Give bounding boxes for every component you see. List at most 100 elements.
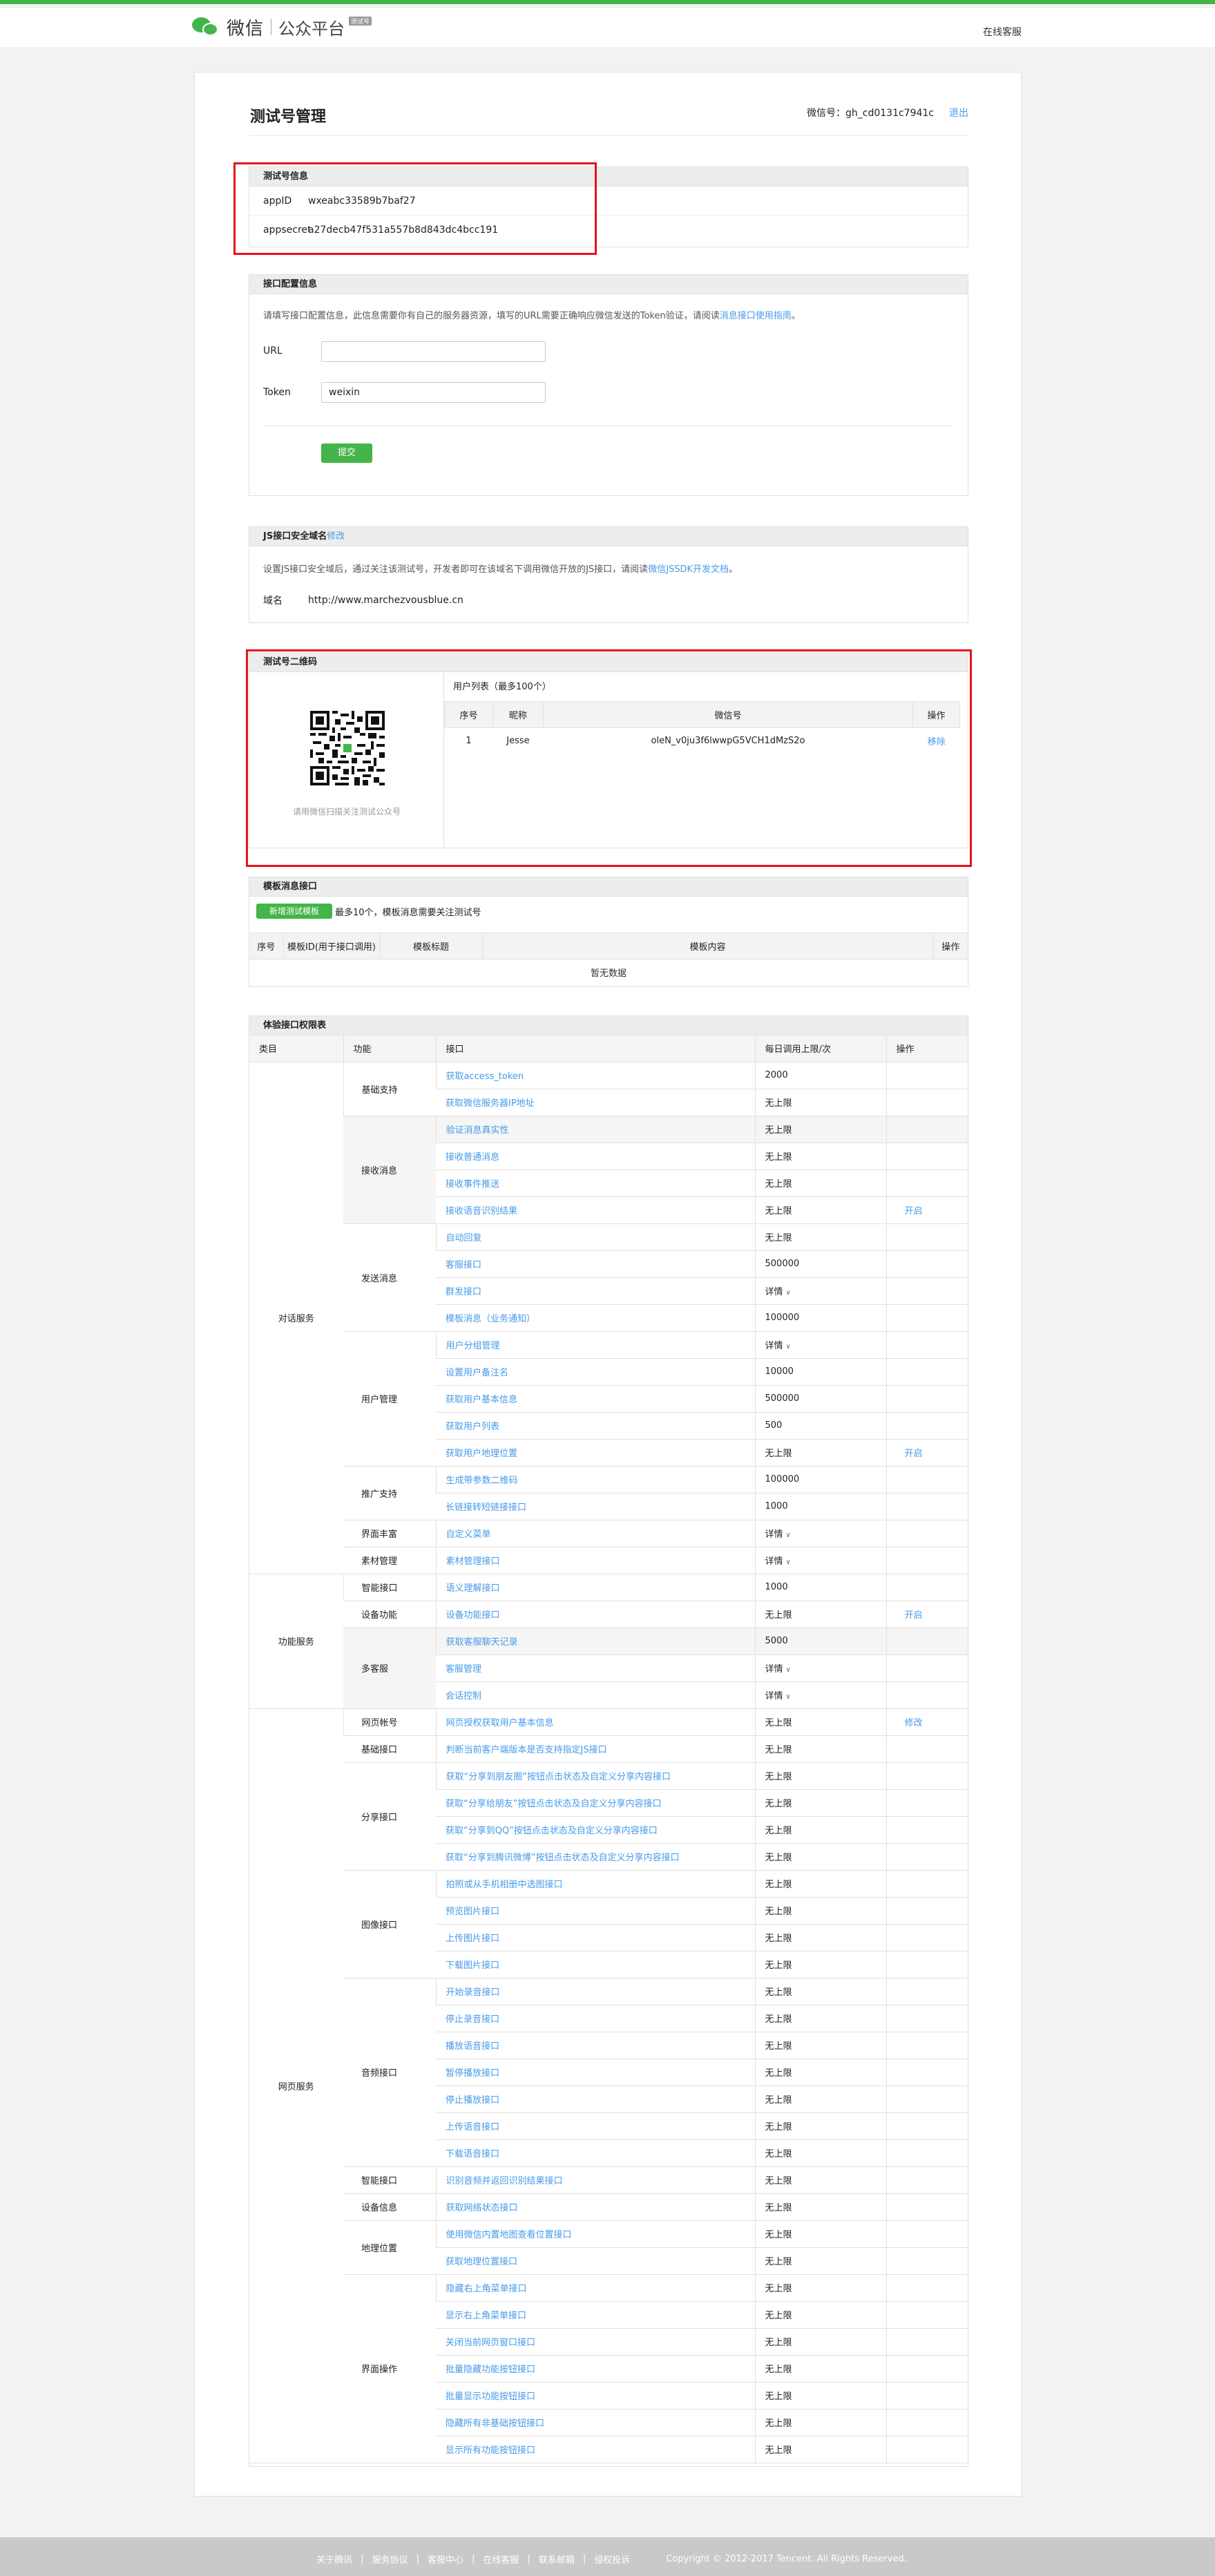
api-link[interactable]: 识别音频并返回识别结果接口 [446,2176,563,2186]
account-info: 微信号：gh_cd0131c7941c [807,106,934,120]
api-link[interactable]: 获取地理位置接口 [446,2257,517,2267]
api-link[interactable]: 设备功能接口 [446,1610,500,1621]
api-link[interactable]: 长链接转短链接接口 [446,1502,526,1513]
api-link[interactable]: 判断当前客户端版本是否支持指定JS接口 [446,1745,607,1755]
logout-link[interactable]: 退出 [949,106,968,120]
footer-link-terms[interactable]: 服务协议 [372,2553,408,2566]
limit-value: 1000 [765,1582,788,1592]
limit-value[interactable]: 详情 [765,1287,783,1297]
api-link[interactable]: 下载图片接口 [446,1960,499,1971]
api-link[interactable]: 暂停播放接口 [446,2068,499,2079]
api-link[interactable]: 自动回复 [446,1233,482,1243]
footer-link-contact-email[interactable]: 联系邮箱 [539,2553,575,2566]
limit-value[interactable]: 详情 [765,1556,783,1567]
footer-link-about[interactable]: 关于腾讯 [316,2553,352,2566]
api-link[interactable]: 拍照或从手机相册中选图接口 [446,1880,563,1890]
enable-link[interactable]: 开启 [905,1449,923,1459]
chevron-down-icon[interactable]: ∨ [786,1666,791,1674]
limit-value[interactable]: 详情 [765,1341,783,1351]
api-link[interactable]: 接收事件推送 [446,1179,499,1190]
remove-user-link[interactable]: 移除 [928,737,946,747]
api-link[interactable]: 生成带参数二维码 [446,1476,518,1486]
api-link[interactable]: 批量显示功能按钮接口 [446,2392,535,2402]
api-link[interactable]: 显示右上角菜单接口 [446,2311,526,2321]
chevron-down-icon[interactable]: ∨ [786,1289,791,1297]
function-cell: 界面丰富 [343,1520,436,1547]
online-support-link[interactable]: 在线客服 [983,25,1022,39]
api-link[interactable]: 获取“分享到QQ”按钮点击状态及自定义分享内容接口 [446,1826,658,1836]
api-link[interactable]: 隐藏右上角菜单接口 [446,2284,527,2294]
api-link[interactable]: 客服接口 [446,1260,481,1270]
footer-link-infringement[interactable]: 侵权投诉 [594,2553,630,2566]
user-list-title: 用户列表（最多100个） [453,682,551,692]
modify-link[interactable]: 修改 [905,1718,923,1728]
api-link[interactable]: 获取用户基本信息 [446,1395,517,1405]
api-link[interactable]: 预览图片接口 [446,1907,499,1917]
token-input[interactable] [321,382,546,403]
limit-value[interactable]: 详情 [765,1691,783,1701]
api-link[interactable]: 获取用户地理位置 [446,1449,517,1459]
chevron-down-icon[interactable]: ∨ [786,1343,791,1351]
api-link[interactable]: 获取网络状态接口 [446,2203,518,2213]
api-link[interactable]: 批量隐藏功能按钮接口 [446,2365,535,2375]
api-link[interactable]: 用户分组管理 [446,1341,500,1351]
limit-value: 无上限 [765,2284,792,2294]
api-link[interactable]: 会话控制 [446,1691,481,1701]
api-link[interactable]: 显示所有功能按钮接口 [446,2445,535,2456]
api-link[interactable]: 获取微信服务器IP地址 [446,1098,535,1109]
api-link[interactable]: 使用微信内置地图查看位置接口 [446,2230,572,2240]
chevron-down-icon[interactable]: ∨ [786,1532,791,1539]
api-link[interactable]: 验证消息真实性 [446,1125,509,1136]
chevron-down-icon[interactable]: ∨ [786,1558,791,1566]
limit-value: 无上限 [765,1745,792,1755]
appid-row: appID wxeabc33589b7baf27 [249,187,968,216]
api-link[interactable]: 接收语音识别结果 [446,1206,517,1217]
submit-button[interactable]: 提交 [321,443,372,463]
api-link[interactable]: 获取“分享到朋友圈”按钮点击状态及自定义分享内容接口 [446,1772,671,1782]
api-link[interactable]: 获取客服聊天记录 [446,1637,518,1648]
function-cell: 分享接口 [343,1762,436,1871]
account-value: gh_cd0131c7941c [845,108,934,119]
api-link[interactable]: 设置用户备注名 [446,1368,508,1378]
enable-link[interactable]: 开启 [905,1610,923,1621]
api-link[interactable]: 自定义菜单 [446,1529,491,1540]
add-template-button[interactable]: 新增测试模板 [256,904,332,919]
api-link[interactable]: 获取“分享给朋友”按钮点击状态及自定义分享内容接口 [446,1799,661,1809]
limit-value[interactable]: 详情 [765,1529,783,1540]
js-domain-modify-link[interactable]: 修改 [327,531,345,542]
api-link[interactable]: 停止播放接口 [446,2095,499,2106]
chevron-down-icon[interactable]: ∨ [786,1693,791,1701]
api-link[interactable]: 素材管理接口 [446,1556,500,1567]
limit-value[interactable]: 详情 [765,1664,783,1675]
function-cell: 素材管理 [343,1547,436,1574]
api-link[interactable]: 模板消息（业务通知） [446,1314,535,1324]
api-link[interactable]: 网页授权获取用户基本信息 [446,1718,554,1728]
api-link[interactable]: 获取用户列表 [446,1422,499,1432]
api-link[interactable]: 上传图片接口 [446,1934,499,1944]
api-link[interactable]: 获取“分享到腾讯微博”按钮点击状态及自定义分享内容接口 [446,1853,679,1863]
col-function: 功能 [343,1036,436,1062]
api-link[interactable]: 获取access_token [446,1071,524,1082]
api-link[interactable]: 客服管理 [446,1664,481,1675]
message-guide-link[interactable]: 消息接口使用指南 [720,311,792,321]
api-link[interactable]: 群发接口 [446,1287,481,1297]
api-link[interactable]: 隐藏所有非基础按钮接口 [446,2418,544,2429]
footer-link-help-center[interactable]: 客服中心 [428,2553,463,2566]
wechat-logo[interactable]: 微信 公众平台 测试号 [191,12,372,41]
api-link[interactable]: 下载语音接口 [446,2149,499,2159]
api-link[interactable]: 关闭当前网页窗口接口 [446,2338,535,2348]
url-input[interactable] [321,341,546,362]
api-link[interactable]: 上传语音接口 [446,2122,499,2133]
interface-config-title: 接口配置信息 [249,275,968,294]
api-link[interactable]: 停止录音接口 [446,2014,499,2025]
col-op: 操作 [886,1036,968,1062]
api-link[interactable]: 开始录音接口 [446,1987,500,1998]
footer-link-online-support[interactable]: 在线客服 [483,2553,519,2566]
jssdk-doc-link[interactable]: 微信JSSDK开发文档 [648,564,729,575]
api-link[interactable]: 语义理解接口 [446,1583,500,1594]
api-link[interactable]: 播放语音接口 [446,2041,499,2052]
copyright: Copyright © 2012-2017 Tencent. All Right… [666,2553,907,2564]
enable-link[interactable]: 开启 [905,1206,923,1217]
api-link[interactable]: 接收普通消息 [446,1152,499,1163]
limit-value: 无上限 [765,1449,792,1459]
